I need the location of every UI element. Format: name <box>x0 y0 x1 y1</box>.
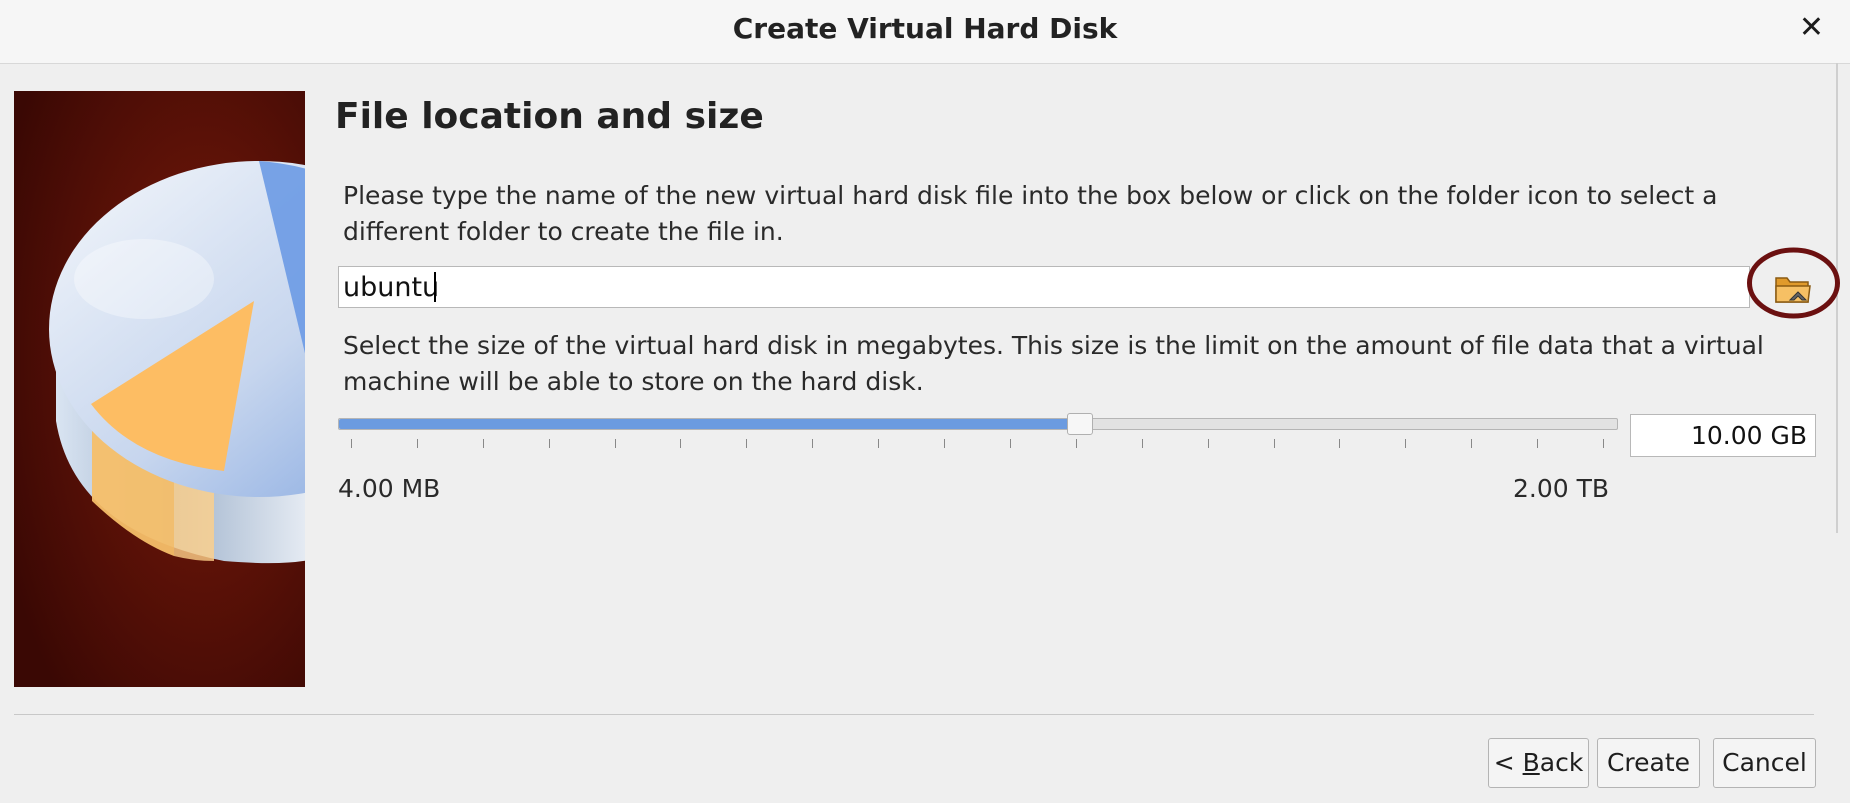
wizard-hard-disk-illustration <box>14 91 305 687</box>
slider-ticks <box>338 439 1618 449</box>
slider-tick <box>878 439 880 448</box>
slider-tick <box>812 439 814 448</box>
back-prefix: < <box>1493 748 1523 777</box>
button-separator <box>14 714 1814 715</box>
close-icon[interactable]: ✕ <box>1799 10 1824 45</box>
slider-tick <box>1537 439 1539 448</box>
slider-tick <box>1405 439 1407 448</box>
slider-tick <box>1339 439 1341 448</box>
slider-tick <box>1207 439 1209 448</box>
size-value-input[interactable] <box>1630 414 1816 457</box>
slider-tick <box>351 439 352 448</box>
slider-tick <box>1471 439 1473 448</box>
slider-tick <box>416 439 418 448</box>
slider-fill <box>339 419 1082 429</box>
max-size-label: 2.00 TB <box>1513 474 1610 503</box>
slider-handle[interactable] <box>1067 413 1094 435</box>
cancel-button[interactable]: Cancel <box>1713 738 1816 788</box>
folder-icon <box>1775 277 1811 303</box>
slider-tick <box>548 439 550 448</box>
page-heading: File location and size <box>335 96 764 137</box>
slider-tick <box>482 439 484 448</box>
slider-tick <box>1273 439 1275 448</box>
slider-tick <box>1141 439 1143 448</box>
slider-tick <box>1075 439 1077 448</box>
min-size-label: 4.00 MB <box>338 474 441 503</box>
window-title: Create Virtual Hard Disk <box>732 12 1118 45</box>
hard-disk-icon <box>14 91 305 687</box>
choose-folder-button[interactable] <box>1762 268 1824 310</box>
slider-track[interactable] <box>338 418 1618 430</box>
file-name-input[interactable] <box>338 266 1750 308</box>
slider-tick <box>1009 439 1011 448</box>
slider-tick <box>944 439 946 448</box>
location-description: Please type the name of the new virtual … <box>343 181 1718 246</box>
size-description: Select the size of the virtual hard disk… <box>343 331 1764 396</box>
slider-tick <box>1603 439 1604 448</box>
back-mnemonic: B <box>1522 748 1540 777</box>
back-rest: ack <box>1539 748 1584 777</box>
back-button[interactable]: < Back <box>1488 738 1589 788</box>
slider-tick <box>680 439 682 448</box>
slider-tick <box>746 439 748 448</box>
window-edge-divider <box>1836 63 1838 533</box>
text-cursor <box>434 272 436 302</box>
title-bar: Create Virtual Hard Disk ✕ <box>0 0 1850 64</box>
size-slider[interactable] <box>338 413 1618 453</box>
create-button[interactable]: Create <box>1597 738 1700 788</box>
slider-tick <box>614 439 616 448</box>
